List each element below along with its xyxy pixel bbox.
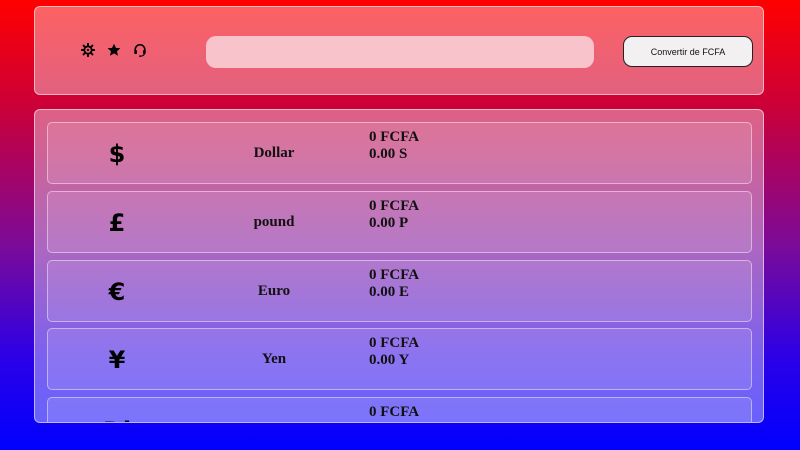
fcfa-amount: 0 FCFA xyxy=(369,198,420,214)
fcfa-amount: 0 FCFA xyxy=(369,404,420,420)
currency-amounts: 0 FCFA xyxy=(369,404,419,421)
currency-name: Yen xyxy=(261,351,287,367)
currency-row-pound: £ pound 0 FCFA 0.00 P xyxy=(47,191,752,253)
converted-amount: 0.00 Y xyxy=(369,352,410,368)
currency-amounts: 0 FCFA 0.00 Y xyxy=(369,335,419,369)
star-icon[interactable] xyxy=(107,43,121,57)
search-input[interactable] xyxy=(206,36,594,68)
converted-amount: 0.00 S xyxy=(369,146,408,162)
currency-amounts: 0 FCFA 0.00 S xyxy=(369,129,419,163)
header-bar: Convertir de FCFA xyxy=(34,6,764,95)
currency-amounts: 0 FCFA 0.00 P xyxy=(369,198,419,232)
gear-icon[interactable] xyxy=(81,43,95,57)
currency-symbol: £ xyxy=(108,209,126,237)
convert-from-fcfa-button[interactable]: Convertir de FCFA xyxy=(623,36,753,67)
currency-symbol: € xyxy=(108,278,126,306)
currency-symbol: ¥ xyxy=(108,346,126,374)
currency-row-euro: € Euro 0 FCFA 0.00 E xyxy=(47,260,752,322)
currency-name: pound xyxy=(253,214,295,230)
currency-symbol: Di xyxy=(100,414,134,422)
headset-icon[interactable] xyxy=(133,43,147,57)
currency-amounts: 0 FCFA 0.00 E xyxy=(369,267,419,301)
currency-row-dirham: Di 0 FCFA xyxy=(47,397,752,422)
fcfa-amount: 0 FCFA xyxy=(369,129,420,145)
currency-name: Euro xyxy=(257,283,291,299)
currency-list: $ Dollar 0 FCFA 0.00 S £ pound 0 FCFA 0.… xyxy=(34,109,764,423)
currency-name: Dollar xyxy=(253,145,295,161)
header-icons xyxy=(81,43,147,57)
fcfa-amount: 0 FCFA xyxy=(369,267,420,283)
currency-row-dollar: $ Dollar 0 FCFA 0.00 S xyxy=(47,122,752,184)
currency-symbol: $ xyxy=(108,140,126,168)
converted-amount: 0.00 P xyxy=(369,215,409,231)
converted-amount: 0.00 E xyxy=(369,284,410,300)
fcfa-amount: 0 FCFA xyxy=(369,335,420,351)
currency-row-yen: ¥ Yen 0 FCFA 0.00 Y xyxy=(47,328,752,390)
